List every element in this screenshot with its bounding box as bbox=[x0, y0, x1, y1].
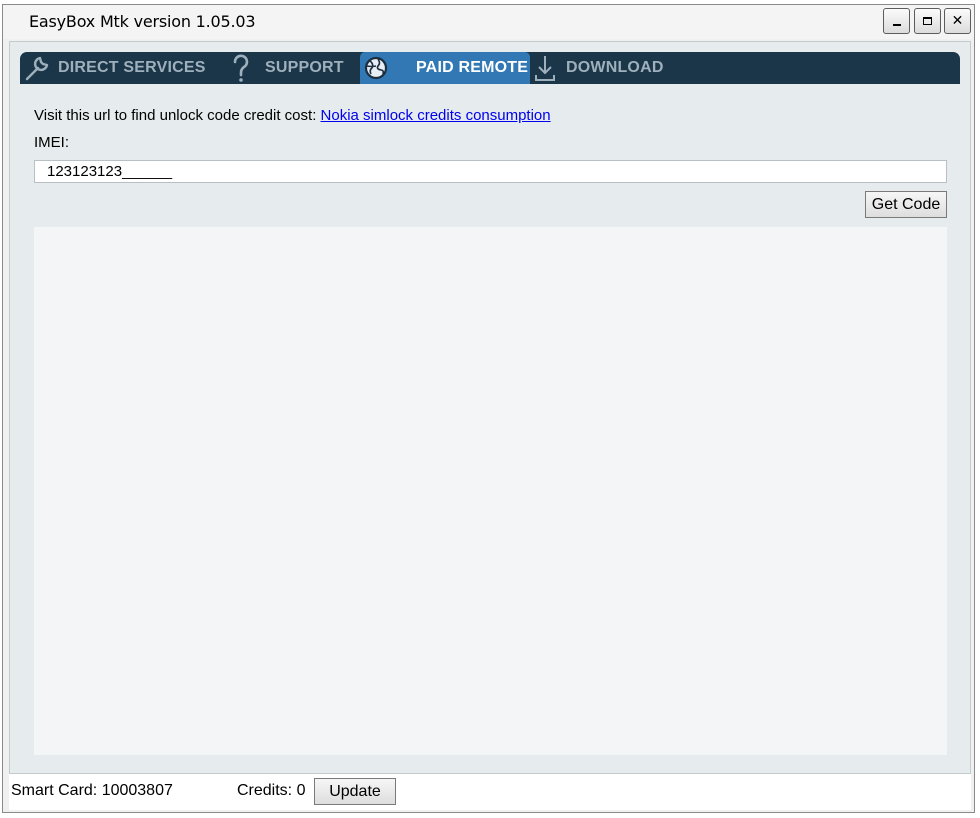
globe-icon bbox=[360, 52, 394, 84]
title-bar[interactable]: EasyBox Mtk version 1.05.03 ✕ bbox=[3, 5, 974, 39]
minimize-icon bbox=[892, 24, 901, 26]
result-output-area[interactable] bbox=[34, 227, 947, 755]
get-code-button[interactable]: Get Code bbox=[865, 191, 947, 218]
maximize-button[interactable] bbox=[914, 8, 941, 34]
wrench-icon bbox=[20, 52, 54, 84]
tab-bar: DIRECT SERVICES SUPPORT PAID REMOTE DOWN… bbox=[20, 52, 960, 84]
tab-paid-remote[interactable]: PAID REMOTE bbox=[360, 52, 530, 84]
app-window: EasyBox Mtk version 1.05.03 ✕ DIRECT SER… bbox=[2, 4, 975, 813]
tab-label: DOWNLOAD bbox=[566, 59, 664, 76]
tab-direct-services[interactable]: DIRECT SERVICES bbox=[20, 52, 206, 84]
tab-label: DIRECT SERVICES bbox=[58, 59, 206, 76]
main-panel: DIRECT SERVICES SUPPORT PAID REMOTE DOWN… bbox=[9, 41, 971, 774]
status-bar: Smart Card: 10003807 Credits: 0 Update bbox=[9, 774, 971, 810]
credits-consumption-link[interactable]: Nokia simlock credits consumption bbox=[321, 107, 551, 124]
tab-support[interactable]: SUPPORT bbox=[224, 52, 344, 84]
question-icon bbox=[224, 52, 258, 84]
minimize-button[interactable] bbox=[883, 8, 910, 34]
smart-card-status: Smart Card: 10003807 bbox=[11, 782, 173, 799]
info-text: Visit this url to find unlock code credi… bbox=[34, 107, 321, 124]
tab-download[interactable]: DOWNLOAD bbox=[528, 52, 664, 84]
window-title: EasyBox Mtk version 1.05.03 bbox=[29, 12, 256, 31]
imei-label: IMEI: bbox=[34, 134, 70, 151]
close-icon: ✕ bbox=[951, 13, 964, 29]
credit-cost-info: Visit this url to find unlock code credi… bbox=[34, 107, 551, 124]
update-button[interactable]: Update bbox=[314, 778, 396, 805]
close-button[interactable]: ✕ bbox=[944, 8, 971, 34]
maximize-icon bbox=[923, 17, 932, 25]
credits-status: Credits: 0 bbox=[237, 782, 306, 799]
download-icon bbox=[528, 52, 562, 84]
imei-input[interactable] bbox=[34, 160, 947, 183]
tab-label: PAID REMOTE bbox=[416, 59, 529, 76]
tab-label: SUPPORT bbox=[265, 59, 344, 76]
